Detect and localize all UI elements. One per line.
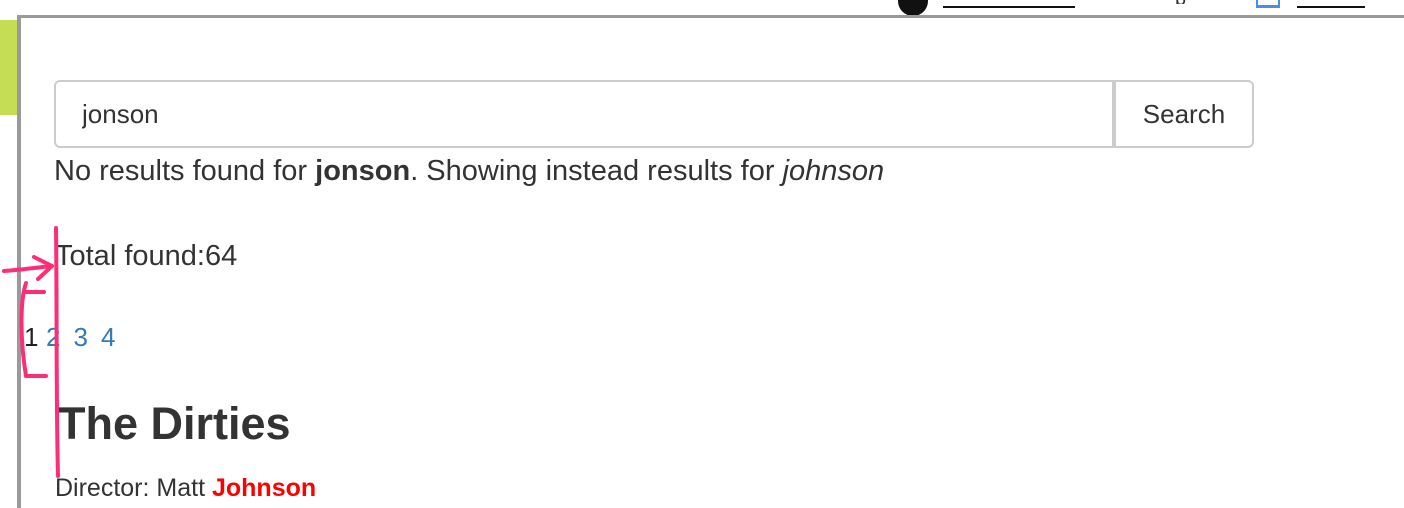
header-link[interactable] xyxy=(943,0,1075,8)
user-avatar-icon[interactable] xyxy=(898,0,928,16)
panel-border-top xyxy=(17,15,1404,18)
search-input[interactable] xyxy=(54,80,1114,148)
pagination: 1234 xyxy=(24,322,115,353)
corrected-query-link[interactable]: johnson xyxy=(783,155,885,187)
header-link-2[interactable] xyxy=(1297,0,1365,8)
did-you-mean-message: No results found for jonson. Showing ins… xyxy=(54,155,884,188)
total-count: 64 xyxy=(204,240,238,272)
result-director: Director: Matt Johnson xyxy=(55,474,316,503)
page-current: 1 xyxy=(24,322,39,352)
header-text: p xyxy=(1175,0,1186,4)
total-found: Total found:64 xyxy=(55,240,237,273)
suggestion-middle: . Showing instead results for xyxy=(410,155,783,187)
page-link-2[interactable]: 2 xyxy=(46,322,60,353)
page-link-4[interactable]: 4 xyxy=(101,322,115,353)
total-label: Total found: xyxy=(55,240,205,272)
original-query: jonson xyxy=(315,155,411,187)
side-tab[interactable] xyxy=(0,20,17,115)
suggestion-prefix: No results found for xyxy=(54,155,316,187)
search-button[interactable]: Search xyxy=(1114,80,1254,148)
app-window: p Search No results found for jonson. Sh… xyxy=(0,0,1404,508)
annotation-arrow-head xyxy=(32,255,54,281)
annotation-arrow-shaft xyxy=(2,264,54,273)
director-label: Director: Matt xyxy=(55,474,212,502)
monitor-icon[interactable] xyxy=(1256,0,1280,8)
top-header: p xyxy=(0,0,1404,16)
result-title[interactable]: The Dirties xyxy=(58,398,291,450)
page-link-3[interactable]: 3 xyxy=(73,322,87,353)
panel-border-left xyxy=(17,15,21,508)
director-highlight: Johnson xyxy=(211,474,317,502)
